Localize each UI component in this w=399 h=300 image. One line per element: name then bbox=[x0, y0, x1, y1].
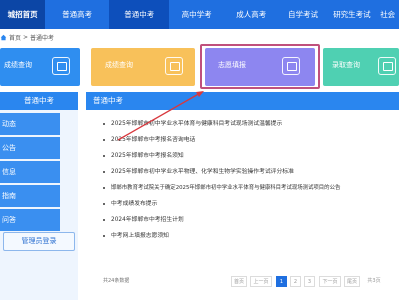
bullet-icon bbox=[103, 203, 105, 205]
bullet-icon bbox=[103, 235, 105, 237]
news-item[interactable]: 中考成绩发布提示 bbox=[86, 196, 399, 212]
news-title[interactable]: 邯郸市教育考试院关于确定2025年邯郸市初中学业水平体育与健康科目考试现场测试项… bbox=[111, 185, 340, 191]
news-title[interactable]: 2025年邯郸市初中学业水平物理、化学和生物学实验操作考试评分标准 bbox=[111, 169, 294, 175]
breadcrumb-home[interactable]: 首页 bbox=[9, 33, 21, 42]
nav-item-yankao[interactable]: 研究生考试 bbox=[327, 0, 376, 29]
breadcrumb-separator: > bbox=[23, 33, 29, 41]
sidebar-menu: 动态 公告 信息 指南 问答 管理员登录 bbox=[0, 110, 78, 300]
nav-item-xuekao[interactable]: 高中学考 bbox=[169, 0, 224, 29]
home-icon bbox=[0, 34, 7, 40]
page-3-button[interactable]: 3 bbox=[304, 276, 315, 287]
card-label: 成绩查询 bbox=[4, 61, 32, 69]
breadcrumb-current: 普通中考 bbox=[30, 34, 55, 42]
news-item[interactable]: 2025年邯郸市中考报名咨询电话 bbox=[86, 132, 399, 148]
news-title[interactable]: 2025年邯郸市初中学业水平体育与健康科目考试现场测试温馨提示 bbox=[111, 121, 282, 127]
news-title[interactable]: 2025年邯郸市中考报名须知 bbox=[111, 153, 184, 159]
card-label: 录取查询 bbox=[332, 61, 360, 69]
sidebar-item-notice[interactable]: 公告 bbox=[0, 137, 60, 159]
news-title[interactable]: 2024年邯郸市中考招生计划 bbox=[111, 217, 184, 223]
news-item[interactable]: 2025年邯郸市中考报名须知 bbox=[86, 148, 399, 164]
bullet-icon bbox=[103, 139, 105, 141]
record-count: 共24条数据 bbox=[103, 278, 130, 284]
total-pages: 共3页 bbox=[363, 276, 385, 287]
nav-item-gaokao[interactable]: 普通高考 bbox=[45, 0, 109, 29]
sidebar-item-info[interactable]: 信息 bbox=[0, 161, 60, 183]
news-title[interactable]: 2025年邯郸市中考报名咨询电话 bbox=[111, 137, 195, 143]
sidebar-item-guide[interactable]: 指南 bbox=[0, 185, 60, 207]
breadcrumb: 首页 > 普通中考 bbox=[0, 31, 54, 43]
news-title[interactable]: 中考网上填报志愿须知 bbox=[111, 233, 169, 239]
news-panel-title: 普通中考 bbox=[86, 92, 399, 110]
news-item[interactable]: 邯郸市教育考试院关于确定2025年邯郸市初中学业水平体育与健康科目考试现场测试项… bbox=[86, 180, 399, 196]
news-item[interactable]: 2025年邯郸市初中学业水平体育与健康科目考试现场测试温馨提示 bbox=[86, 116, 399, 132]
bullet-icon bbox=[103, 187, 105, 189]
page-1-button[interactable]: 1 bbox=[276, 276, 287, 287]
nav-item-home[interactable]: 城招首页 bbox=[0, 0, 46, 29]
search-doc-icon bbox=[378, 57, 396, 75]
bullet-icon bbox=[103, 155, 105, 157]
news-panel: 普通中考 2025年邯郸市初中学业水平体育与健康科目考试现场测试温馨提示 202… bbox=[86, 92, 399, 300]
sidebar-item-news[interactable]: 动态 bbox=[0, 113, 60, 135]
card-label: 成绩查询 bbox=[105, 61, 133, 69]
page-prev-button[interactable]: 上一页 bbox=[250, 276, 272, 287]
page-2-button[interactable]: 2 bbox=[290, 276, 301, 287]
page-next-button[interactable]: 下一页 bbox=[319, 276, 341, 287]
news-item[interactable]: 2025年邯郸市初中学业水平物理、化学和生物学实验操作考试评分标准 bbox=[86, 164, 399, 180]
news-item[interactable]: 2024年邯郸市中考招生计划 bbox=[86, 212, 399, 228]
bullet-icon bbox=[103, 123, 105, 125]
top-nav: 城招首页 普通高考 普通中考 高中学考 成人高考 自学考试 研究生考试 社会 bbox=[0, 0, 399, 29]
sidebar-item-qa[interactable]: 问答 bbox=[0, 209, 60, 231]
document-icon bbox=[52, 57, 70, 75]
pagination: 共24条数据 首页 上一页 1 2 3 下一页 尾页 共3页 bbox=[86, 276, 399, 288]
news-list: 2025年邯郸市初中学业水平体育与健康科目考试现场测试温馨提示 2025年邯郸市… bbox=[86, 110, 399, 244]
card-score-query-1[interactable]: 成绩查询 bbox=[0, 48, 80, 86]
card-score-query-2[interactable]: 成绩查询 bbox=[91, 48, 195, 86]
sidebar-title: 普通中考 bbox=[0, 92, 78, 110]
sidebar: 普通中考 动态 公告 信息 指南 问答 管理员登录 bbox=[0, 92, 78, 300]
card-admission-query[interactable]: 录取查询 bbox=[323, 48, 399, 86]
bullet-icon bbox=[103, 219, 105, 221]
nav-item-chengkao[interactable]: 成人高考 bbox=[224, 0, 279, 29]
bullet-icon bbox=[103, 171, 105, 173]
highlight-box bbox=[200, 44, 320, 89]
document-icon bbox=[165, 57, 183, 75]
page-last-button[interactable]: 尾页 bbox=[344, 276, 360, 287]
admin-login-button[interactable]: 管理员登录 bbox=[3, 232, 75, 251]
nav-item-zikao[interactable]: 自学考试 bbox=[279, 0, 328, 29]
page-first-button[interactable]: 首页 bbox=[231, 276, 247, 287]
nav-item-zhongkao[interactable]: 普通中考 bbox=[109, 0, 170, 29]
nav-item-shehui[interactable]: 社会 bbox=[376, 0, 399, 29]
news-item[interactable]: 中考网上填报志愿须知 bbox=[86, 228, 399, 244]
news-title[interactable]: 中考成绩发布提示 bbox=[111, 201, 157, 207]
